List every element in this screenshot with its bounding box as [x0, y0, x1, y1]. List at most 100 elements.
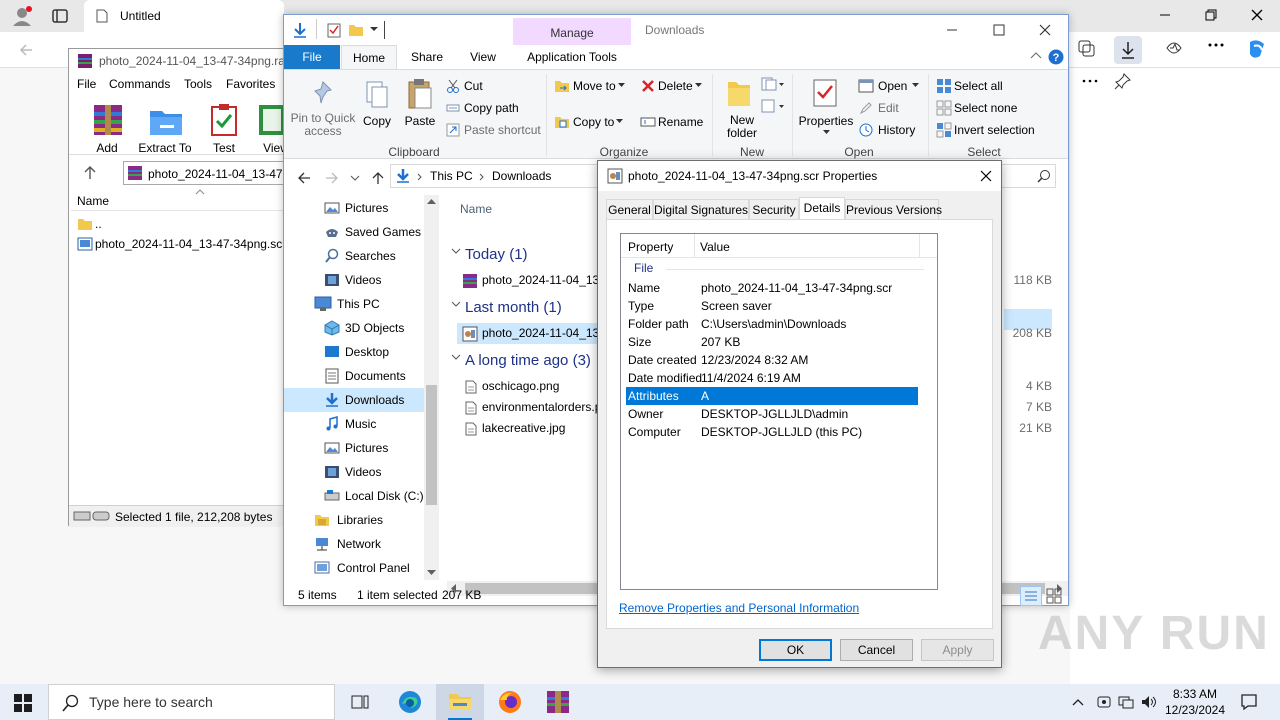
detail-row-attributes[interactable]: Attributes A	[626, 387, 918, 405]
collapse-icon[interactable]	[451, 353, 461, 361]
tree-item-network[interactable]: Network	[284, 532, 424, 556]
minimize-icon[interactable]	[945, 23, 959, 37]
extract-to-button[interactable]: Extract To	[136, 103, 194, 155]
properties-quick-icon[interactable]	[326, 22, 342, 38]
quick-access-down-icon[interactable]	[292, 22, 308, 38]
tree-item-videos[interactable]: Videos	[284, 268, 424, 292]
tab-share[interactable]: Share	[401, 45, 453, 69]
explorer-taskbar-button[interactable]	[436, 684, 484, 720]
detail-row-type[interactable]: Type Screen saver	[626, 297, 918, 315]
restore-icon[interactable]	[1204, 8, 1218, 22]
ribbon-collapse-icon[interactable]	[1030, 51, 1042, 59]
security-tray-icon[interactable]	[1096, 694, 1112, 710]
breadcrumb-downloads[interactable]: Downloads	[492, 169, 551, 183]
tree-item-desktop[interactable]: Desktop	[284, 340, 424, 364]
history-button[interactable]: History	[878, 123, 915, 137]
collapse-icon[interactable]	[451, 300, 461, 308]
show-hidden-icons-icon[interactable]	[1072, 698, 1084, 706]
file-row-selected[interactable]: photo_2024-11-04_13-	[457, 323, 617, 344]
minimize-icon[interactable]	[1158, 8, 1172, 22]
firefox-taskbar-button[interactable]	[486, 684, 534, 720]
tree-item-control-panel[interactable]: Control Panel	[284, 556, 424, 580]
winrar-path-field[interactable]: photo_2024-11-04_13-47-3	[123, 161, 293, 185]
tab-details[interactable]: Details	[799, 197, 845, 221]
navigation-scrollbar[interactable]	[424, 195, 439, 580]
notification-icon[interactable]	[1240, 693, 1258, 711]
tree-item-documents[interactable]: Documents	[284, 364, 424, 388]
breadcrumb-this-pc[interactable]: This PC	[430, 169, 473, 183]
copy-button[interactable]: Copy	[360, 72, 394, 140]
more-options-icon[interactable]	[1082, 78, 1098, 84]
browser-tab[interactable]: Untitled	[84, 0, 284, 32]
new-folder-button[interactable]: New folder	[718, 72, 766, 142]
remove-properties-link[interactable]: Remove Properties and Personal Informati…	[619, 601, 859, 615]
tree-item-pictures[interactable]: Pictures	[284, 436, 424, 460]
new-folder-quick-icon[interactable]	[348, 22, 364, 38]
paste-shortcut-button[interactable]: Paste shortcut	[464, 123, 541, 137]
close-icon[interactable]	[1250, 8, 1264, 22]
detail-row-folder-path[interactable]: Folder path C:\Users\admin\Downloads	[626, 315, 918, 333]
network-tray-icon[interactable]	[1118, 694, 1134, 710]
group-header-last-month[interactable]: Last month (1)	[465, 299, 562, 316]
tree-item-videos[interactable]: Videos	[284, 460, 424, 484]
ok-button[interactable]: OK	[759, 639, 832, 661]
back-icon[interactable]	[18, 42, 34, 58]
tab-view[interactable]: View	[457, 45, 509, 69]
search-box[interactable]	[1000, 164, 1056, 188]
close-icon[interactable]	[1038, 23, 1052, 37]
menu-file[interactable]: File	[77, 77, 96, 91]
forward-icon[interactable]	[324, 170, 340, 186]
file-row[interactable]: oschicago.png	[459, 376, 599, 397]
profile-icon[interactable]	[10, 4, 34, 28]
list-item[interactable]: ..	[75, 215, 285, 233]
collections-icon[interactable]	[1076, 38, 1096, 58]
pin-quick-access-button[interactable]: Pin to Quick access	[288, 72, 358, 140]
taskbar-clock[interactable]: 8:33 AM 12/23/2024	[1160, 686, 1230, 718]
performance-icon[interactable]	[1164, 38, 1184, 58]
menu-favorites[interactable]: Favorites	[226, 77, 275, 91]
tree-item-saved-games[interactable]: Saved Games	[284, 220, 424, 244]
tab-file[interactable]: File	[284, 45, 340, 69]
tab-digital-signatures[interactable]: Digital Signatures	[653, 199, 749, 221]
up-arrow-icon[interactable]	[83, 165, 97, 181]
task-view-button[interactable]	[336, 684, 384, 720]
edit-button[interactable]: Edit	[878, 101, 899, 115]
col-property[interactable]: Property	[628, 240, 673, 254]
group-header-today[interactable]: Today (1)	[465, 246, 528, 263]
close-icon[interactable]	[979, 169, 993, 183]
downloads-icon[interactable]	[1114, 36, 1142, 64]
properties-button[interactable]: Properties	[796, 72, 856, 142]
winrar-taskbar-button[interactable]	[534, 684, 582, 720]
tree-item-3d-objects[interactable]: 3D Objects	[284, 316, 424, 340]
paste-button[interactable]: Paste	[402, 72, 438, 140]
tree-item-searches[interactable]: Searches	[284, 244, 424, 268]
tab-application-tools[interactable]: Application Tools	[513, 45, 631, 69]
new-item-icon[interactable]	[760, 76, 784, 92]
large-icons-view-icon[interactable]	[1046, 588, 1062, 604]
list-item[interactable]: photo_2024-11-04_13-47-34png.scr	[75, 235, 286, 253]
winrar-column-header[interactable]: Name	[71, 189, 287, 211]
detail-row-name[interactable]: Name photo_2024-11-04_13-47-34png.scr	[626, 279, 918, 297]
tree-item-music[interactable]: Music	[284, 412, 424, 436]
up-icon[interactable]	[370, 170, 386, 186]
copy-to-button[interactable]: Copy to	[573, 115, 614, 129]
collapse-icon[interactable]	[451, 247, 461, 255]
file-row[interactable]: lakecreative.jpg	[459, 418, 599, 439]
scroll-up-icon[interactable]	[427, 199, 436, 205]
detail-row-size[interactable]: Size 207 KB	[626, 333, 918, 351]
menu-tools[interactable]: Tools	[184, 77, 212, 91]
details-view-icon[interactable]	[1020, 586, 1042, 606]
move-to-button[interactable]: Move to	[573, 79, 616, 93]
scroll-down-icon[interactable]	[427, 570, 436, 576]
copilot-icon[interactable]	[1246, 38, 1268, 60]
detail-row-date-created[interactable]: Date created 12/23/2024 8:32 AM	[626, 351, 918, 369]
file-row[interactable]: environmentalorders.p	[459, 397, 601, 418]
tree-item-pictures[interactable]: Pictures	[284, 196, 424, 220]
cancel-button[interactable]: Cancel	[840, 639, 913, 661]
tab-general[interactable]: General	[606, 199, 653, 221]
tree-item-this-pc[interactable]: This PC	[284, 292, 424, 316]
pin-icon[interactable]	[1114, 72, 1132, 90]
tab-actions-icon[interactable]	[52, 8, 68, 24]
open-button[interactable]: Open	[878, 79, 907, 93]
select-all-button[interactable]: Select all	[954, 79, 1003, 93]
